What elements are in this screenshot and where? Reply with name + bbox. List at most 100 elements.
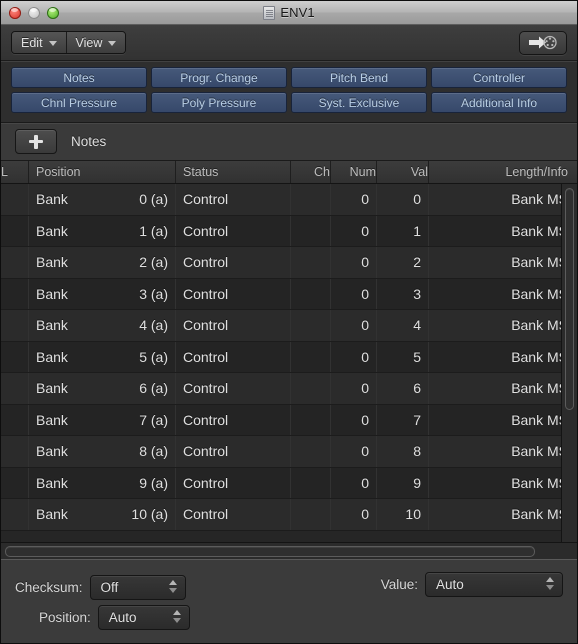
- title-bar: ENV1: [1, 1, 577, 25]
- cell-length-info: Bank MS: [511, 443, 568, 460]
- cell-num: 0: [331, 404, 377, 435]
- event-type-controller[interactable]: Controller: [431, 67, 567, 88]
- position-value: 3 (a): [139, 285, 168, 302]
- cell-status: Control: [176, 467, 291, 498]
- checksum-value: Off: [100, 579, 119, 595]
- event-type-row-2: Chnl Pressure Poly Pressure Syst. Exclus…: [11, 92, 567, 113]
- table-row[interactable]: Bank 8 (a) Control 0 8 Bank MS: [1, 436, 577, 468]
- position-name: Bank: [36, 411, 68, 428]
- cell-ch: [291, 310, 331, 341]
- plus-icon[interactable]: [15, 129, 57, 154]
- cell-position: Bank 2 (a): [29, 247, 176, 278]
- column-header-ch[interactable]: Ch: [291, 161, 331, 183]
- chevron-down-icon: [108, 40, 117, 46]
- edit-menu-button[interactable]: Edit: [12, 32, 67, 53]
- cell-length-info: Bank MS: [511, 285, 568, 302]
- cell-ch: [291, 404, 331, 435]
- checksum-label: Checksum:: [15, 579, 83, 595]
- add-bar-label: Notes: [71, 134, 107, 149]
- midi-out-icon: [529, 35, 557, 50]
- cell-ch: [291, 247, 331, 278]
- event-type-row-1: Notes Progr. Change Pitch Bend Controlle…: [11, 67, 567, 88]
- stepper-arrows-icon[interactable]: [168, 579, 177, 593]
- checksum-stepper[interactable]: Off: [89, 574, 186, 600]
- cell-length-info: Bank MS: [511, 506, 568, 523]
- vertical-scrollbar[interactable]: [561, 184, 577, 559]
- position-label: Position:: [39, 609, 91, 625]
- horizontal-scrollbar[interactable]: [1, 542, 577, 559]
- cell-position: Bank 4 (a): [29, 310, 176, 341]
- column-header-length-info[interactable]: Length/Info: [429, 161, 577, 183]
- view-menu-label: View: [75, 35, 103, 50]
- table-row[interactable]: Bank 5 (a) Control 0 5 Bank MS: [1, 341, 577, 373]
- cell-length-info: Bank MS: [511, 254, 568, 271]
- table-row[interactable]: Bank 6 (a) Control 0 6 Bank MS: [1, 373, 577, 405]
- cell-val: 9: [377, 467, 429, 498]
- column-header-val[interactable]: Val: [377, 161, 429, 183]
- position-name: Bank: [36, 254, 68, 271]
- midi-out-button[interactable]: [519, 30, 567, 55]
- window-controls: [1, 6, 59, 19]
- cell-val: 7: [377, 404, 429, 435]
- cell-num: 0: [331, 467, 377, 498]
- column-header-position[interactable]: Position: [29, 161, 176, 183]
- event-type-notes[interactable]: Notes: [11, 67, 147, 88]
- event-type-poly-pressure[interactable]: Poly Pressure: [151, 92, 287, 113]
- cell-num: 0: [331, 436, 377, 467]
- table-row[interactable]: Bank 1 (a) Control 0 1 Bank MS: [1, 215, 577, 247]
- cell-status: Control: [176, 310, 291, 341]
- cell-status: Control: [176, 184, 291, 215]
- cell-num: 0: [331, 373, 377, 404]
- zoom-button[interactable]: [47, 6, 59, 19]
- position-name: Bank: [36, 443, 68, 460]
- cell-num: 0: [331, 499, 377, 530]
- event-type-additional-info[interactable]: Additional Info: [431, 92, 567, 113]
- stepper-arrows-icon[interactable]: [546, 577, 554, 590]
- arrow-up-icon[interactable]: [546, 577, 554, 582]
- title-group: ENV1: [1, 1, 577, 24]
- view-menu-button[interactable]: View: [66, 32, 126, 53]
- cell-l: [1, 373, 29, 404]
- stepper-arrows-icon[interactable]: [172, 609, 181, 623]
- cell-length-info: Bank MS: [511, 317, 568, 334]
- event-type-pitch-bend[interactable]: Pitch Bend: [291, 67, 427, 88]
- value-field: Value: Auto: [381, 572, 563, 597]
- table-row[interactable]: Bank 4 (a) Control 0 4 Bank MS: [1, 310, 577, 342]
- close-button[interactable]: [9, 6, 21, 19]
- arrow-down-icon[interactable]: [168, 587, 177, 593]
- column-header-num[interactable]: Num: [331, 161, 377, 183]
- position-value: 10 (a): [131, 506, 168, 523]
- table-row[interactable]: Bank 7 (a) Control 0 7 Bank MS: [1, 404, 577, 436]
- event-type-progr-change[interactable]: Progr. Change: [151, 67, 287, 88]
- column-header-l[interactable]: L: [1, 161, 29, 183]
- event-type-syst-exclusive[interactable]: Syst. Exclusive: [291, 92, 427, 113]
- event-type-chnl-pressure[interactable]: Chnl Pressure: [11, 92, 147, 113]
- cell-num: 0: [331, 184, 377, 215]
- table-row[interactable]: Bank 2 (a) Control 0 2 Bank MS: [1, 247, 577, 279]
- event-list: L Position Status Ch Num Val Length/Info…: [1, 161, 577, 559]
- arrow-up-icon[interactable]: [168, 579, 177, 585]
- cell-l: [1, 467, 29, 498]
- arrow-down-icon[interactable]: [546, 585, 554, 590]
- vertical-scrollbar-thumb[interactable]: [565, 188, 574, 410]
- cell-val: 5: [377, 341, 429, 372]
- cell-l: [1, 184, 29, 215]
- cell-length-info: Bank MS: [511, 348, 568, 365]
- document-icon: [263, 5, 276, 20]
- horizontal-scrollbar-thumb[interactable]: [5, 546, 535, 557]
- minimize-button[interactable]: [28, 6, 40, 19]
- table-row[interactable]: Bank 3 (a) Control 0 3 Bank MS: [1, 278, 577, 310]
- cell-ch: [291, 499, 331, 530]
- column-header-status[interactable]: Status: [176, 161, 291, 183]
- arrow-up-icon[interactable]: [172, 609, 181, 615]
- cell-num: 0: [331, 310, 377, 341]
- position-stepper[interactable]: Auto: [97, 604, 190, 630]
- table-row[interactable]: Bank 10 (a) Control 0 10 Bank MS: [1, 499, 577, 531]
- table-row[interactable]: Bank 0 (a) Control 0 0 Bank MS: [1, 184, 577, 216]
- value-stepper[interactable]: Auto: [425, 572, 563, 597]
- cell-status: Control: [176, 247, 291, 278]
- position-value: 2 (a): [139, 254, 168, 271]
- arrow-down-icon[interactable]: [172, 617, 181, 623]
- add-event-bar: Notes: [1, 123, 577, 161]
- table-row[interactable]: Bank 9 (a) Control 0 9 Bank MS: [1, 467, 577, 499]
